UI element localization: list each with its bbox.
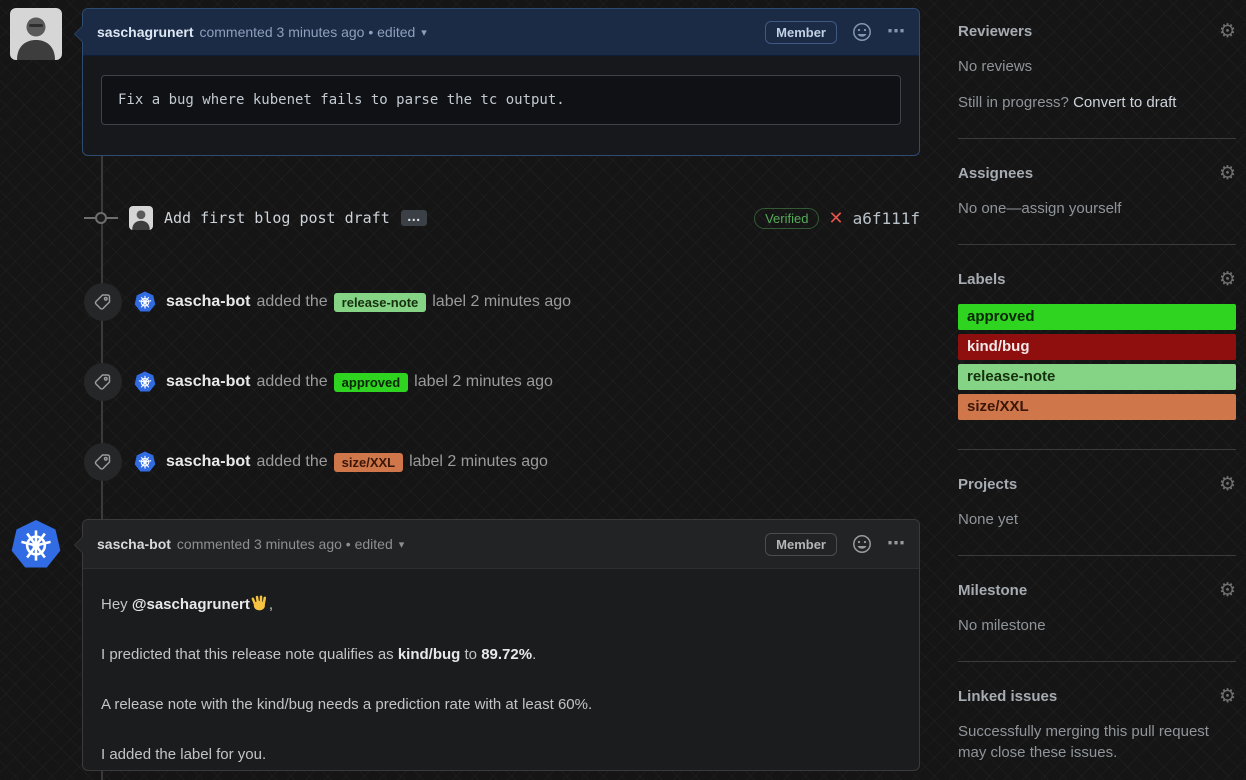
mention-link[interactable]: @saschagrunert xyxy=(132,596,250,613)
sidebar-label-kind-bug[interactable]: kind/bug xyxy=(958,334,1236,360)
comment-author-link[interactable]: sascha-bot xyxy=(97,536,171,552)
tag-icon xyxy=(93,292,113,312)
reviewers-empty-text: No reviews xyxy=(958,56,1236,77)
milestone-gear-icon[interactable]: ⚙ xyxy=(1219,581,1236,600)
label-event-text: sascha-bot added the size/XXL label 2 mi… xyxy=(166,453,548,472)
linked-issues-title: Linked issues xyxy=(958,688,1057,705)
bot-avatar[interactable] xyxy=(134,451,156,473)
label-event-row: sascha-bot added the approved label 2 mi… xyxy=(84,363,553,401)
labels-title: Labels xyxy=(958,271,1006,288)
comment-options-kebab-icon[interactable]: ⋯ xyxy=(887,535,905,553)
label-badge-release-note[interactable]: release-note xyxy=(334,293,427,312)
reviewers-gear-icon[interactable]: ⚙ xyxy=(1219,22,1236,41)
projects-gear-icon[interactable]: ⚙ xyxy=(1219,475,1236,494)
smiley-icon xyxy=(851,21,873,43)
sidebar-label-size-xxl[interactable]: size/XXL xyxy=(958,394,1236,420)
comment-meta: commented 3 minutes ago • edited xyxy=(177,536,393,552)
sidebar-section-labels: Labels ⚙ approved kind/bug release-note … xyxy=(958,270,1236,450)
comment-saschagrunert: saschagrunert commented 3 minutes ago • … xyxy=(82,8,920,156)
person-photo-icon xyxy=(10,8,62,60)
commit-sha-link[interactable]: a6f111f xyxy=(853,209,920,228)
member-badge: Member xyxy=(765,533,837,556)
paragraph-added-label: I added the label for you. xyxy=(101,744,901,766)
code-block: Fix a bug where kubenet fails to parse t… xyxy=(101,75,901,125)
waving-hand-icon xyxy=(250,596,269,613)
sidebar-label-approved[interactable]: approved xyxy=(958,304,1236,330)
commit-expand-button[interactable]: … xyxy=(401,210,427,226)
event-actor[interactable]: sascha-bot xyxy=(166,293,250,311)
commit-event-row: Add first blog post draft … xyxy=(84,204,427,232)
kubernetes-logo-icon xyxy=(134,291,156,313)
person-photo-icon xyxy=(129,206,153,230)
tag-icon-circle xyxy=(84,443,122,481)
assignees-gear-icon[interactable]: ⚙ xyxy=(1219,164,1236,183)
author-avatar[interactable] xyxy=(10,8,62,60)
pr-conversation-page: saschagrunert commented 3 minutes ago • … xyxy=(0,0,1246,780)
comment-author-link[interactable]: saschagrunert xyxy=(97,24,193,40)
bot-avatar-large[interactable] xyxy=(10,519,62,571)
edited-dropdown-caret-icon[interactable]: ▾ xyxy=(421,26,427,39)
comment-header: sascha-bot commented 3 minutes ago • edi… xyxy=(83,520,919,569)
label-event-row: sascha-bot added the release-note label … xyxy=(84,283,571,321)
projects-title: Projects xyxy=(958,476,1017,493)
kubernetes-logo-icon xyxy=(134,451,156,473)
comment-meta: commented 3 minutes ago • edited xyxy=(199,24,415,40)
comment-options-kebab-icon[interactable]: ⋯ xyxy=(887,23,905,41)
sidebar-label-release-note[interactable]: release-note xyxy=(958,364,1236,390)
projects-empty-text: None yet xyxy=(958,509,1236,530)
label-badge-approved[interactable]: approved xyxy=(334,373,409,392)
tag-icon-circle xyxy=(84,283,122,321)
commit-author-avatar[interactable] xyxy=(129,206,153,230)
bot-avatar[interactable] xyxy=(134,291,156,313)
milestone-empty-text: No milestone xyxy=(958,615,1236,636)
sidebar-section-reviewers: Reviewers ⚙ No reviews Still in progress… xyxy=(958,22,1236,139)
sidebar-section-milestone: Milestone ⚙ No milestone xyxy=(958,581,1236,662)
sidebar: Reviewers ⚙ No reviews Still in progress… xyxy=(958,22,1236,780)
tag-icon xyxy=(93,372,113,392)
event-actor[interactable]: sascha-bot xyxy=(166,373,250,391)
milestone-title: Milestone xyxy=(958,582,1027,599)
tag-icon-circle xyxy=(84,363,122,401)
comment-header: saschagrunert commented 3 minutes ago • … xyxy=(83,9,919,56)
verified-badge[interactable]: Verified xyxy=(754,208,819,229)
git-commit-icon xyxy=(84,208,118,228)
sidebar-section-linked-issues: Linked issues ⚙ Successfully merging thi… xyxy=(958,687,1236,780)
member-badge: Member xyxy=(765,21,837,44)
label-event-row: sascha-bot added the size/XXL label 2 mi… xyxy=(84,443,548,481)
edited-dropdown-caret-icon[interactable]: ▾ xyxy=(399,538,405,551)
commit-status-group: Verified ✕ a6f111f xyxy=(754,204,920,232)
commit-message-link[interactable]: Add first blog post draft xyxy=(164,209,390,227)
linked-issues-desc: Successfully merging this pull request m… xyxy=(958,721,1236,763)
kubernetes-logo-icon xyxy=(10,519,62,571)
emoji-reaction-button[interactable] xyxy=(851,21,873,43)
comment-body: Hey @saschagrunert, I predicted that thi… xyxy=(83,569,919,766)
label-event-text: sascha-bot added the release-note label … xyxy=(166,293,571,312)
reviewers-hint: Still in progress? Convert to draft xyxy=(958,92,1236,113)
paragraph-greeting: Hey @saschagrunert, xyxy=(101,593,901,616)
comment-body: Fix a bug where kubenet fails to parse t… xyxy=(83,56,919,144)
emoji-reaction-button[interactable] xyxy=(851,533,873,555)
failed-check-x-icon[interactable]: ✕ xyxy=(828,208,843,229)
paragraph-prediction: I predicted that this release note quali… xyxy=(101,644,901,666)
kubernetes-logo-icon xyxy=(134,371,156,393)
linked-issues-gear-icon[interactable]: ⚙ xyxy=(1219,687,1236,706)
assignees-title: Assignees xyxy=(958,165,1033,182)
sidebar-section-projects: Projects ⚙ None yet xyxy=(958,475,1236,556)
labels-gear-icon[interactable]: ⚙ xyxy=(1219,270,1236,289)
convert-to-draft-link[interactable]: Convert to draft xyxy=(1073,94,1176,111)
tag-icon xyxy=(93,452,113,472)
label-list: approved kind/bug release-note size/XXL xyxy=(958,304,1236,420)
label-event-text: sascha-bot added the approved label 2 mi… xyxy=(166,373,553,392)
comment-sascha-bot: sascha-bot commented 3 minutes ago • edi… xyxy=(82,519,920,771)
assignees-empty-text[interactable]: No one—assign yourself xyxy=(958,198,1236,219)
label-badge-size-xxl[interactable]: size/XXL xyxy=(334,453,403,472)
reviewers-title: Reviewers xyxy=(958,23,1032,40)
paragraph-threshold: A release note with the kind/bug needs a… xyxy=(101,694,901,716)
smiley-icon xyxy=(851,533,873,555)
event-actor[interactable]: sascha-bot xyxy=(166,453,250,471)
bot-avatar[interactable] xyxy=(134,371,156,393)
sidebar-section-assignees: Assignees ⚙ No one—assign yourself xyxy=(958,164,1236,245)
